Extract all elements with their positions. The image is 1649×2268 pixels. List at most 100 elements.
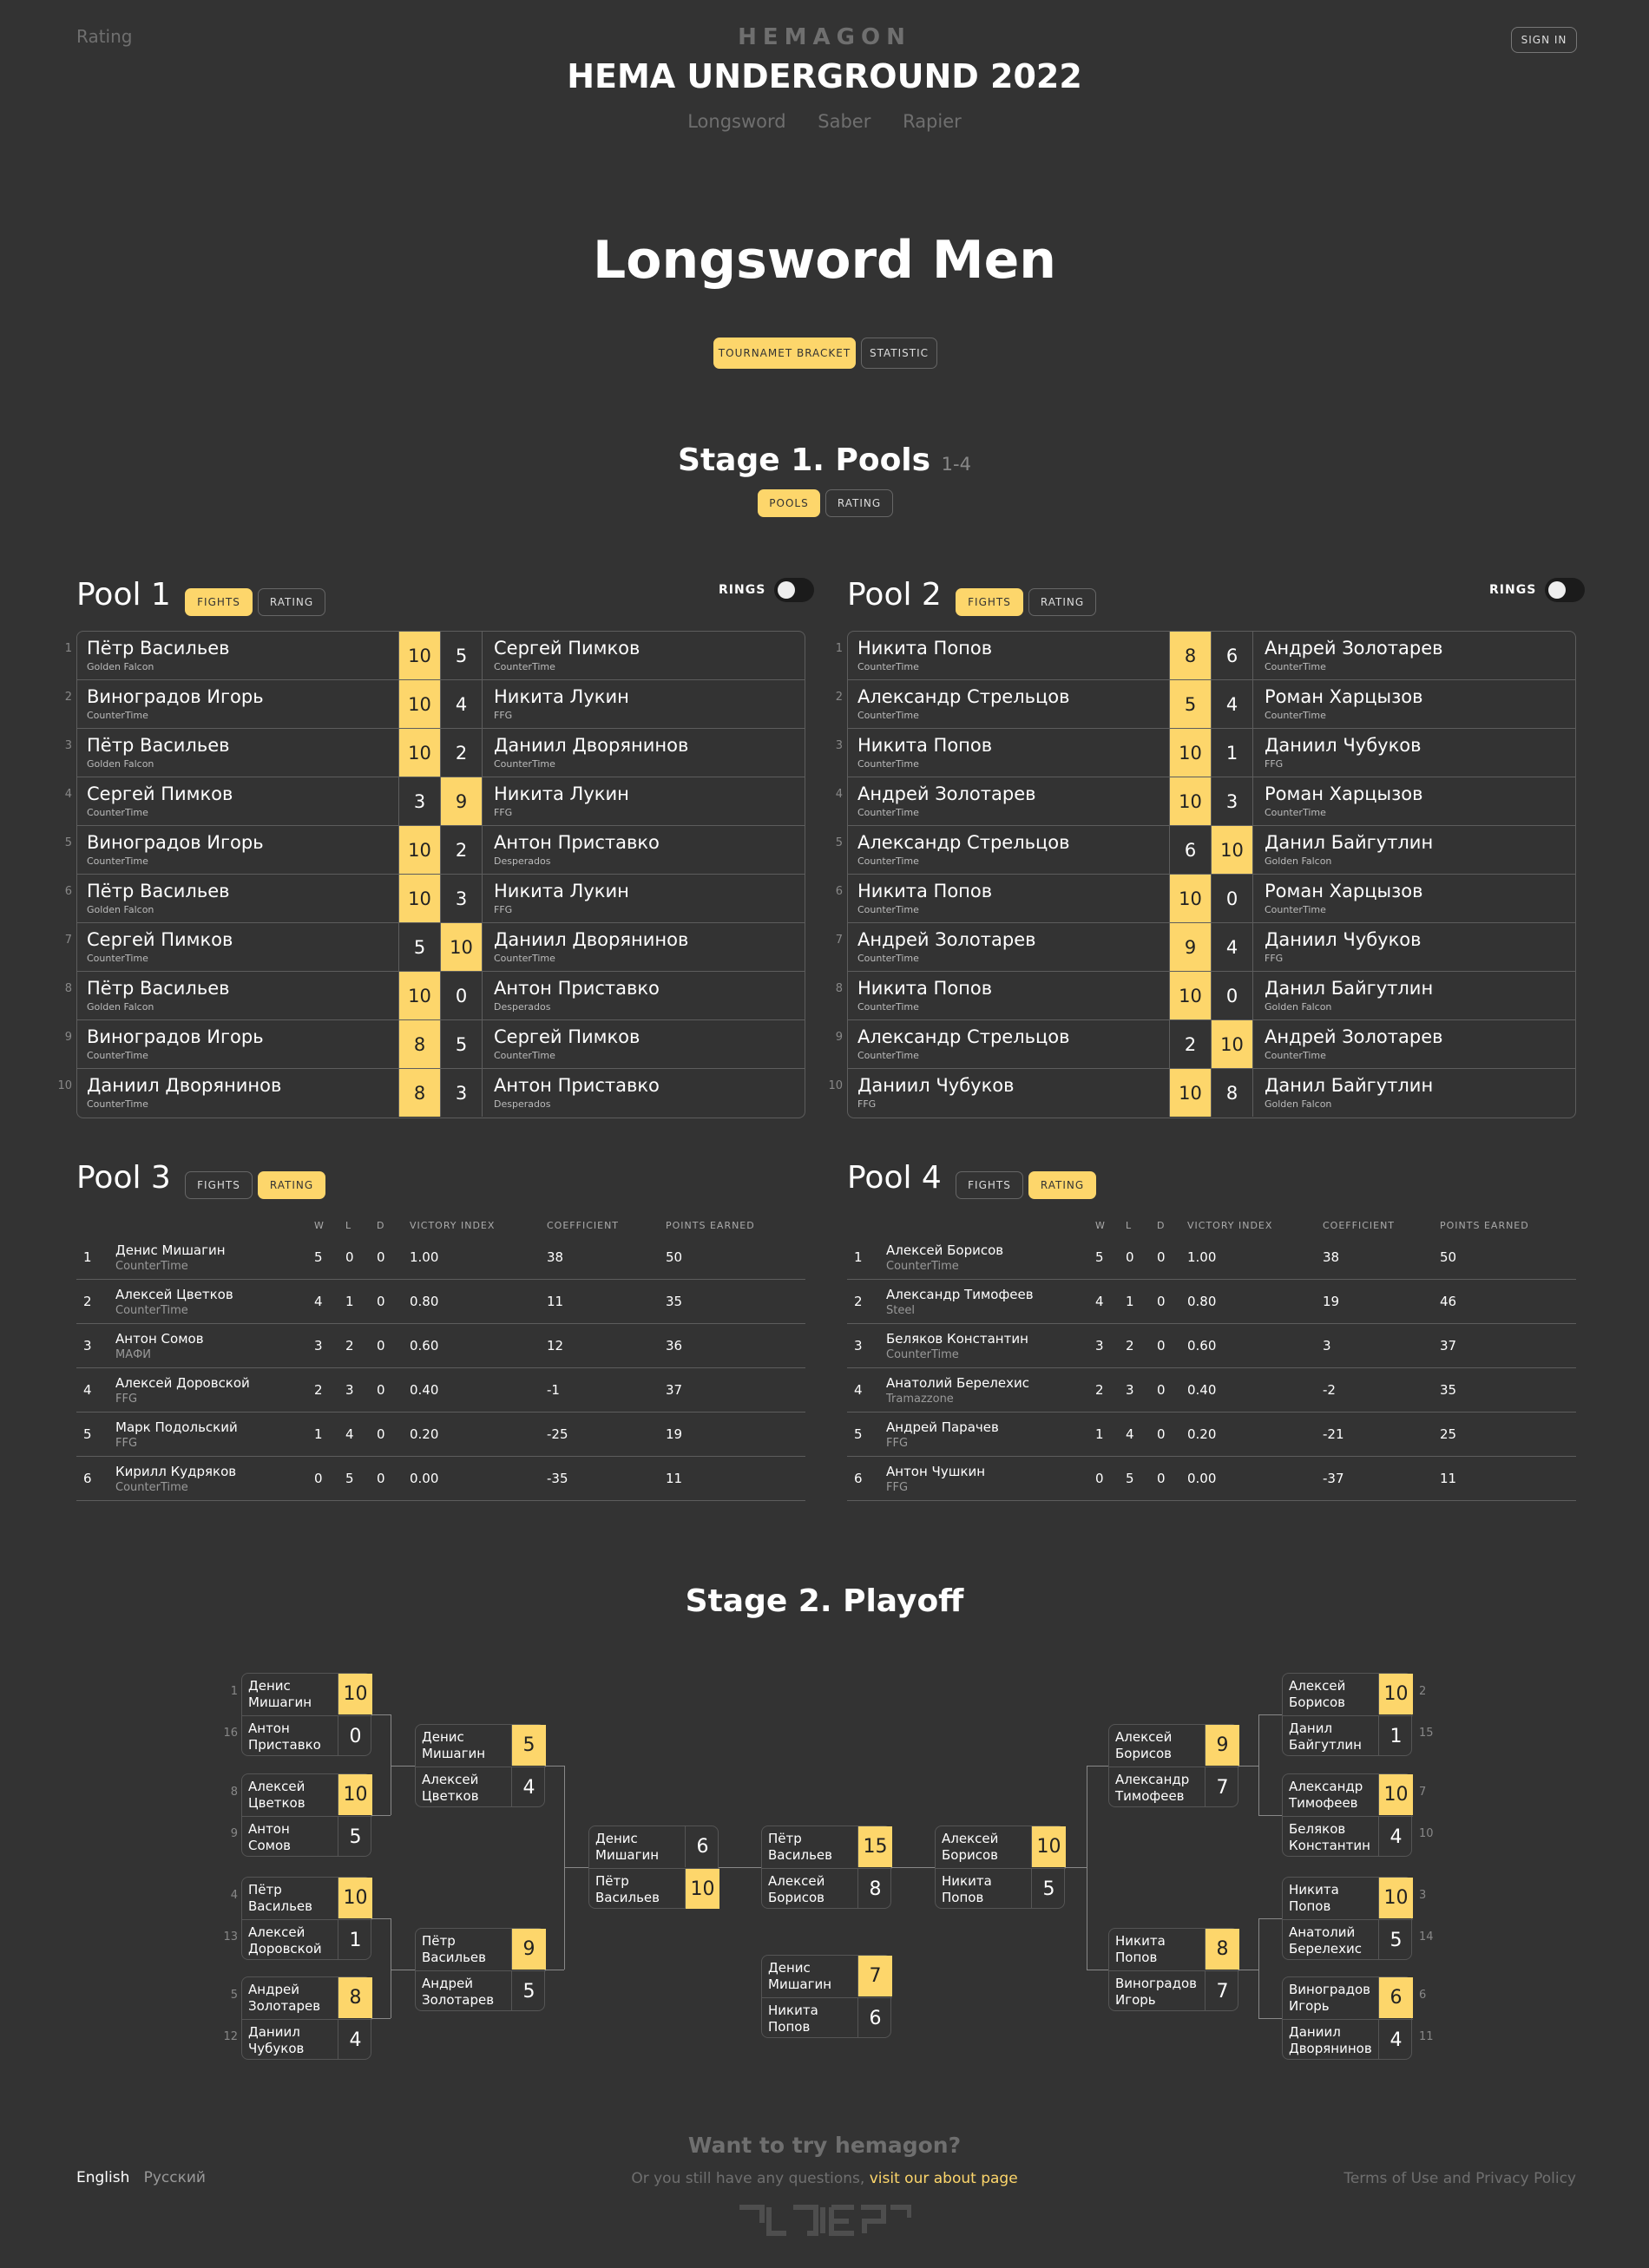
- fighter-b-name[interactable]: Андрей Золотарев: [1265, 1026, 1443, 1047]
- fighter-a-name[interactable]: Пётр Васильев: [87, 735, 230, 756]
- table-row[interactable]: 5 Александр Стрельцов CounterTime 6 10 Данил …: [836, 826, 1575, 875]
- weapon-tab-rapier[interactable]: Rapier: [903, 111, 962, 132]
- bracket-slot[interactable]: Денис Мишагин 5: [416, 1725, 546, 1767]
- pool1-tab-fights[interactable]: FIGHTS: [185, 588, 253, 616]
- fighter-b-name[interactable]: Антон Приставко: [494, 832, 660, 853]
- fighter-a-name[interactable]: Пётр Васильев: [87, 638, 230, 659]
- fighter-a-name[interactable]: Никита Попов: [857, 978, 992, 999]
- bracket-slot[interactable]: Денис Мишагин 7: [762, 1956, 892, 1997]
- fighter-b-name[interactable]: Антон Приставко: [494, 978, 660, 999]
- bracket-match[interactable]: Денис Мишагин 7 Никита Попов 6: [761, 1955, 892, 2039]
- fighter-b-name[interactable]: Никита Лукин: [494, 686, 629, 707]
- fighter-a-name[interactable]: Пётр Васильев: [87, 881, 230, 901]
- bracket-match[interactable]: Никита Попов 8 Виноградов Игорь 7: [1108, 1928, 1239, 2011]
- table-row[interactable]: 4 Сергей Пимков CounterTime 3 9 Никита Лукин F…: [65, 777, 805, 826]
- table-row[interactable]: 2 Алексей Цветков CounterTime 4 1 0 0.80 11 35: [76, 1280, 805, 1324]
- bracket-slot[interactable]: Александр Тимофеев 10: [1283, 1774, 1413, 1816]
- fighter-a-name[interactable]: Даниил Чубуков: [857, 1075, 1015, 1096]
- sign-in-button[interactable]: SIGN IN: [1511, 27, 1577, 53]
- table-row[interactable]: 7 Андрей Золотарев CounterTime 9 4 Даниил Чуб…: [836, 923, 1575, 972]
- bracket-slot[interactable]: Даниил Дворянинов 4: [1283, 2019, 1413, 2061]
- bracket-slot[interactable]: Данил Байгутлин 1: [1283, 1715, 1413, 1757]
- bracket-slot[interactable]: Пётр Васильев 10: [242, 1878, 372, 1919]
- fighter-b-name[interactable]: Даниил Чубуков: [1265, 929, 1422, 950]
- weapon-tab-saber[interactable]: Saber: [818, 111, 870, 132]
- bracket-slot[interactable]: Денис Мишагин 6: [589, 1826, 719, 1868]
- fighter-a-name[interactable]: Никита Попов: [857, 881, 992, 901]
- table-row[interactable]: 6 Антон Чушкин FFG 0 5 0 0.00 -37 11: [847, 1457, 1576, 1501]
- fighter-b-name[interactable]: Даниил Чубуков: [1265, 735, 1422, 756]
- bracket-slot[interactable]: Алексей Цветков 10: [242, 1774, 372, 1816]
- bracket-match[interactable]: Денис Мишагин 5 Алексей Цветков 4: [415, 1724, 546, 1807]
- rings-toggle[interactable]: [1545, 578, 1586, 602]
- bracket-slot[interactable]: Виноградов Игорь 6: [1283, 1977, 1413, 2019]
- fighter-a-name[interactable]: Никита Попов: [857, 735, 992, 756]
- pool4-tab-fights[interactable]: FIGHTS: [956, 1171, 1023, 1199]
- fighter-a-name[interactable]: Андрей Золотарев: [857, 929, 1036, 950]
- bracket-slot[interactable]: Антон Сомов 5: [242, 1816, 372, 1858]
- bracket-slot[interactable]: Пётр Васильев 15: [762, 1826, 892, 1868]
- fighter-b-name[interactable]: Роман Харцызов: [1265, 881, 1422, 901]
- table-row[interactable]: 3 Беляков Константин CounterTime 3 2 0 0.60 3 37: [847, 1324, 1576, 1368]
- pool2-tab-rating[interactable]: RATING: [1028, 588, 1096, 616]
- table-row[interactable]: 1 Пётр Васильев Golden Falcon 10 5 Сергей Пим…: [65, 632, 805, 680]
- table-row[interactable]: 8 Никита Попов CounterTime 10 0 Данил Байгутл…: [836, 972, 1575, 1020]
- fighter-a-name[interactable]: Александр Стрельцов: [857, 1026, 1070, 1047]
- bracket-match[interactable]: Пётр Васильев 9 Андрей Золотарев 5: [415, 1928, 546, 2012]
- fighter-name[interactable]: Кирилл Кудряков: [115, 1464, 236, 1479]
- fighter-name[interactable]: Александр Тимофеев: [886, 1287, 1034, 1302]
- bracket-match[interactable]: Алексей Цветков 10 Антон Сомов 5: [241, 1773, 372, 1858]
- fighter-b-name[interactable]: Антон Приставко: [494, 1075, 660, 1096]
- fighter-name[interactable]: Денис Мишагин: [115, 1242, 226, 1258]
- table-row[interactable]: 5 Виноградов Игорь CounterTime 10 2 Антон При…: [65, 826, 805, 875]
- table-row[interactable]: 6 Никита Попов CounterTime 10 0 Роман Харцызо…: [836, 875, 1575, 923]
- bracket-match[interactable]: Денис Мишагин 6 Пётр Васильев 10: [588, 1826, 719, 1909]
- bracket-slot[interactable]: Никита Попов 5: [936, 1868, 1066, 1910]
- fighter-b-name[interactable]: Роман Харцызов: [1265, 686, 1422, 707]
- table-row[interactable]: 3 Никита Попов CounterTime 10 1 Даниил Чубуко…: [836, 729, 1575, 777]
- fighter-b-name[interactable]: Данил Байгутлин: [1265, 1075, 1433, 1096]
- bracket-slot[interactable]: Пётр Васильев 10: [589, 1868, 719, 1910]
- table-row[interactable]: 2 Александр Тимофеев Steel 4 1 0 0.80 19 46: [847, 1280, 1576, 1324]
- bracket-match[interactable]: Виноградов Игорь 6 Даниил Дворянинов 4: [1282, 1976, 1413, 2061]
- table-row[interactable]: 9 Виноградов Игорь CounterTime 8 5 Сергей Пим…: [65, 1020, 805, 1069]
- about-link[interactable]: visit our about page: [870, 2170, 1018, 2187]
- tab-tournament-bracket[interactable]: TOURNAMET BRACKET: [713, 338, 856, 369]
- hemagon-logo[interactable]: HEMAGON: [0, 24, 1649, 50]
- fighter-b-name[interactable]: Даниил Дворянинов: [494, 735, 688, 756]
- rings-toggle[interactable]: [774, 578, 815, 602]
- bracket-slot[interactable]: Никита Попов 6: [762, 1997, 892, 2039]
- fighter-b-name[interactable]: Данил Байгутлин: [1265, 978, 1433, 999]
- fighter-name[interactable]: Алексей Доровской: [115, 1375, 250, 1391]
- fighter-name[interactable]: Марк Подольский: [115, 1419, 238, 1435]
- pool1-tab-rating[interactable]: RATING: [258, 588, 325, 616]
- table-row[interactable]: 8 Пётр Васильев Golden Falcon 10 0 Антон Прис…: [65, 972, 805, 1020]
- table-row[interactable]: 4 Анатолий Берелехис Tramazzone 2 3 0 0.40 -2 35: [847, 1368, 1576, 1413]
- table-row[interactable]: 2 Виноградов Игорь CounterTime 10 4 Никита Лу…: [65, 680, 805, 729]
- bracket-slot[interactable]: Андрей Золотарев 8: [242, 1977, 372, 2019]
- bracket-slot[interactable]: Алексей Доровской 1: [242, 1919, 372, 1961]
- fighter-a-name[interactable]: Александр Стрельцов: [857, 686, 1070, 707]
- tab-statistic[interactable]: STATISTIC: [861, 338, 937, 369]
- fighter-a-name[interactable]: Сергей Пимков: [87, 929, 233, 950]
- fighter-a-name[interactable]: Александр Стрельцов: [857, 832, 1070, 853]
- fighter-name[interactable]: Антон Чушкин: [886, 1464, 985, 1479]
- table-row[interactable]: 5 Андрей Парачев FFG 1 4 0 0.20 -21 25: [847, 1413, 1576, 1457]
- table-row[interactable]: 6 Кирилл Кудряков CounterTime 0 5 0 0.00 -35 11: [76, 1457, 805, 1501]
- table-row[interactable]: 1 Алексей Борисов CounterTime 5 0 0 1.00 38 50: [847, 1236, 1576, 1280]
- fighter-name[interactable]: Антон Сомов: [115, 1331, 204, 1347]
- bracket-slot[interactable]: Андрей Золотарев 5: [416, 1970, 546, 2012]
- fighter-a-name[interactable]: Сергей Пимков: [87, 783, 233, 804]
- fighter-name[interactable]: Анатолий Берелехис: [886, 1375, 1029, 1391]
- weapon-tab-longsword[interactable]: Longsword: [687, 111, 785, 132]
- bracket-match[interactable]: Алексей Борисов 10 Никита Попов 5: [935, 1826, 1066, 1910]
- fighter-b-name[interactable]: Никита Лукин: [494, 881, 629, 901]
- fighter-b-name[interactable]: Данил Байгутлин: [1265, 832, 1433, 853]
- bracket-match[interactable]: Никита Попов 10 Анатолий Берелехис 5: [1282, 1877, 1413, 1961]
- bracket-slot[interactable]: Никита Попов 10: [1283, 1878, 1413, 1919]
- pool3-tab-fights[interactable]: FIGHTS: [185, 1171, 253, 1199]
- fighter-name[interactable]: Беляков Константин: [886, 1331, 1028, 1347]
- pool4-tab-rating[interactable]: RATING: [1028, 1171, 1096, 1199]
- fighter-a-name[interactable]: Виноградов Игорь: [87, 1026, 264, 1047]
- bracket-slot[interactable]: Анатолий Берелехис 5: [1283, 1919, 1413, 1961]
